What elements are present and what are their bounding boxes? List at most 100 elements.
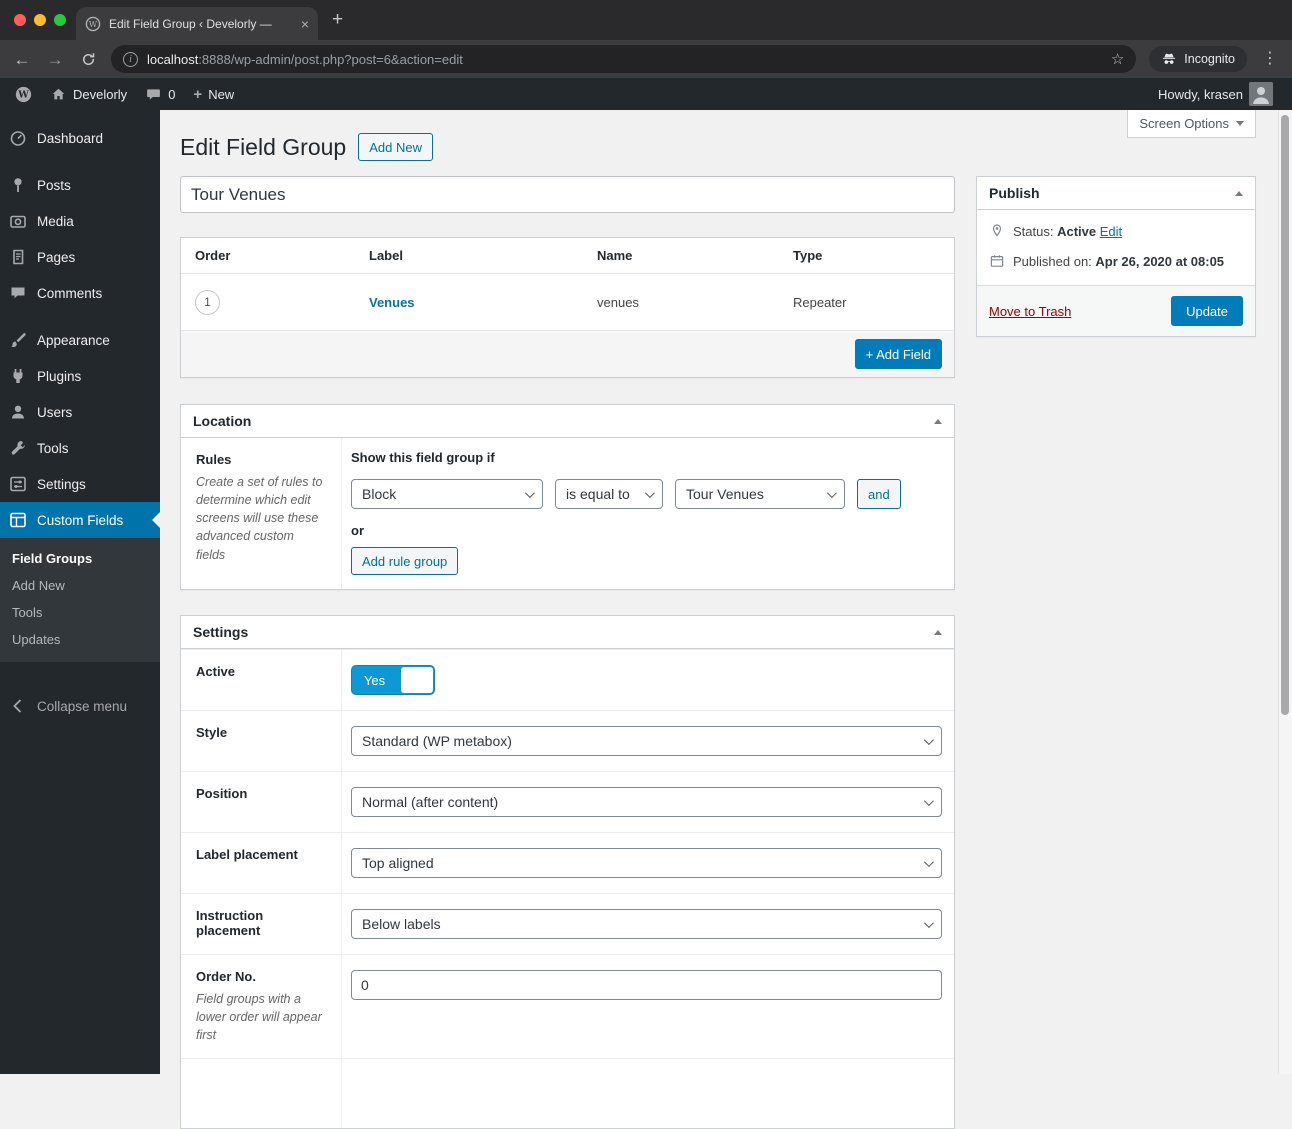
field-group-title-input[interactable] bbox=[180, 176, 955, 213]
submenu-item-add-new[interactable]: Add New bbox=[0, 572, 160, 599]
collapse-menu-button[interactable]: Collapse menu bbox=[0, 688, 160, 724]
fields-table-header: Order Label Name Type bbox=[181, 238, 954, 274]
chevron-down-icon bbox=[923, 734, 934, 745]
show-if-label: Show this field group if bbox=[351, 450, 495, 465]
avatar bbox=[1249, 82, 1273, 106]
rule-param-select[interactable]: Block bbox=[351, 479, 543, 509]
window-controls bbox=[14, 14, 66, 26]
submenu-item-field-groups[interactable]: Field Groups bbox=[0, 545, 160, 572]
add-new-button[interactable]: Add New bbox=[358, 133, 433, 161]
back-button[interactable]: ← bbox=[12, 51, 32, 68]
collapse-menu-label: Collapse menu bbox=[37, 698, 128, 714]
status-value: Active bbox=[1057, 224, 1097, 239]
pushpin-icon bbox=[8, 175, 28, 195]
field-label-link[interactable]: Venues bbox=[369, 295, 415, 310]
field-type: Repeater bbox=[793, 294, 847, 310]
fullscreen-window-button[interactable] bbox=[54, 14, 66, 26]
submenu-item-updates[interactable]: Updates bbox=[0, 626, 160, 653]
style-label: Style bbox=[196, 725, 228, 740]
forward-button[interactable]: → bbox=[45, 51, 65, 68]
reload-button[interactable] bbox=[78, 51, 98, 68]
submenu-item-tools[interactable]: Tools bbox=[0, 599, 160, 626]
site-name-menu[interactable]: Develorly bbox=[41, 78, 136, 110]
paintbrush-icon bbox=[8, 330, 28, 350]
screen-options-label: Screen Options bbox=[1139, 116, 1229, 131]
incognito-label: Incognito bbox=[1184, 52, 1235, 66]
style-select-value: Standard (WP metabox) bbox=[362, 733, 512, 749]
comment-count: 0 bbox=[168, 86, 176, 102]
collapse-panel-icon[interactable] bbox=[1235, 190, 1243, 196]
browser-tab[interactable]: W Edit Field Group ‹ Develorly — × bbox=[76, 7, 318, 40]
add-field-button[interactable]: + Add Field bbox=[854, 339, 942, 369]
page-info-icon[interactable]: i bbox=[123, 51, 138, 67]
location-panel-header: Location bbox=[181, 405, 954, 438]
sidebar-item-custom-fields[interactable]: Custom Fields bbox=[0, 502, 160, 538]
my-account-menu[interactable]: Howdy, krasen bbox=[1149, 78, 1282, 110]
sidebar-item-label: Users bbox=[37, 404, 73, 420]
add-rule-group-button[interactable]: Add rule group bbox=[351, 547, 459, 575]
position-select[interactable]: Normal (after content) bbox=[351, 787, 942, 817]
media-icon bbox=[8, 211, 28, 231]
sidebar-item-users[interactable]: Users bbox=[0, 394, 160, 430]
sidebar-item-posts[interactable]: Posts bbox=[0, 167, 160, 203]
sidebar-item-media[interactable]: Media bbox=[0, 203, 160, 239]
scrollbar-thumb[interactable] bbox=[1281, 115, 1289, 715]
and-rule-button[interactable]: and bbox=[857, 479, 901, 509]
page-icon bbox=[8, 247, 28, 267]
rule-param-value: Block bbox=[362, 486, 397, 502]
label-placement-select[interactable]: Top aligned bbox=[351, 848, 942, 878]
new-content-menu[interactable]: + New bbox=[184, 78, 243, 110]
minimize-window-button[interactable] bbox=[34, 14, 46, 26]
active-toggle-label: Yes bbox=[363, 672, 386, 688]
active-toggle[interactable]: Yes bbox=[351, 665, 435, 695]
new-label: New bbox=[208, 86, 235, 102]
wp-logo-menu[interactable]: W bbox=[6, 78, 41, 110]
location-rules-field-cell: Show this field group if Block is equal … bbox=[341, 438, 954, 589]
browser-tab-strip: W Edit Field Group ‹ Develorly — × + bbox=[0, 0, 1292, 40]
sidebar-item-settings[interactable]: Settings bbox=[0, 466, 160, 502]
rule-value-value: Tour Venues bbox=[686, 486, 764, 502]
collapse-panel-icon[interactable] bbox=[934, 418, 942, 424]
sidebar-item-plugins[interactable]: Plugins bbox=[0, 358, 160, 394]
sidebar-item-label: Comments bbox=[37, 285, 103, 301]
status-pin-icon bbox=[989, 223, 1005, 239]
sidebar-item-label: Pages bbox=[37, 249, 76, 265]
field-row[interactable]: 1 Venues venues Repeater bbox=[181, 274, 954, 330]
status-text: Status: Active Edit bbox=[1013, 224, 1122, 239]
comments-menu[interactable]: 0 bbox=[136, 78, 184, 110]
order-number-input[interactable] bbox=[351, 970, 942, 1000]
collapse-panel-icon[interactable] bbox=[934, 629, 942, 635]
location-panel: Location Rules Create a set of rules to … bbox=[180, 404, 955, 590]
rule-value-select[interactable]: Tour Venues bbox=[675, 479, 845, 509]
address-bar[interactable]: i localhost:8888/wp-admin/post.php?post=… bbox=[111, 45, 1137, 73]
screen-options-button[interactable]: Screen Options bbox=[1127, 110, 1256, 138]
position-label: Position bbox=[196, 786, 248, 801]
calendar-icon bbox=[989, 253, 1005, 269]
chevron-down-icon bbox=[1236, 121, 1244, 126]
published-value: Apr 26, 2020 at 08:05 bbox=[1095, 254, 1225, 269]
sidebar-item-label: Dashboard bbox=[37, 130, 104, 146]
admin-layout: Dashboard Posts Media Pages Comments App… bbox=[0, 110, 1292, 1129]
sidebar-item-tools[interactable]: Tools bbox=[0, 430, 160, 466]
sidebar-item-dashboard[interactable]: Dashboard bbox=[0, 120, 160, 156]
bookmark-star-icon[interactable]: ☆ bbox=[1111, 50, 1124, 68]
incognito-badge: Incognito bbox=[1149, 46, 1247, 72]
custom-fields-icon bbox=[8, 510, 28, 530]
close-tab-icon[interactable]: × bbox=[301, 16, 309, 32]
new-tab-button[interactable]: + bbox=[332, 9, 343, 31]
sidebar-item-pages[interactable]: Pages bbox=[0, 239, 160, 275]
sidebar-item-appearance[interactable]: Appearance bbox=[0, 322, 160, 358]
rule-operator-select[interactable]: is equal to bbox=[555, 479, 663, 509]
update-button[interactable]: Update bbox=[1171, 296, 1243, 326]
chevron-down-icon bbox=[826, 487, 837, 498]
close-window-button[interactable] bbox=[14, 14, 26, 26]
sidebar-item-comments[interactable]: Comments bbox=[0, 275, 160, 311]
instruction-placement-select[interactable]: Below labels bbox=[351, 909, 942, 939]
edit-status-link[interactable]: Edit bbox=[1100, 224, 1122, 239]
column-header-name: Name bbox=[597, 248, 633, 263]
rule-operator-value: is equal to bbox=[566, 486, 630, 502]
move-to-trash-link[interactable]: Move to Trash bbox=[989, 304, 1071, 319]
browser-menu-icon[interactable]: ⋮ bbox=[1260, 51, 1280, 67]
style-select[interactable]: Standard (WP metabox) bbox=[351, 726, 942, 756]
field-order-handle[interactable]: 1 bbox=[195, 289, 220, 315]
